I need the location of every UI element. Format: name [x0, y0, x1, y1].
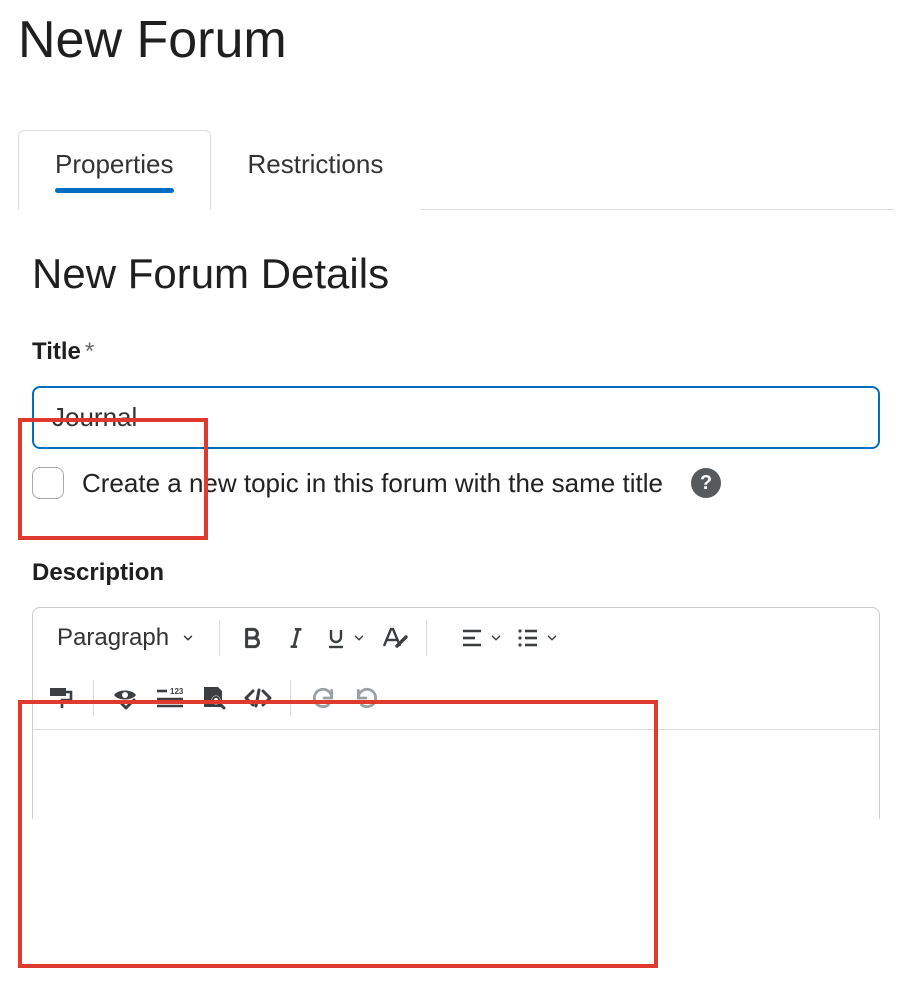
tab-restrictions[interactable]: Restrictions: [211, 130, 421, 210]
svg-text:123: 123: [170, 687, 184, 696]
create-topic-label: Create a new topic in this forum with th…: [82, 468, 663, 499]
rich-text-editor: Paragraph: [32, 607, 880, 729]
tab-properties-label: Properties: [55, 149, 174, 179]
help-icon-text: ?: [700, 472, 712, 495]
create-topic-checkbox[interactable]: [32, 467, 64, 499]
editor-toolbar-row-2: 123: [33, 668, 879, 729]
title-input[interactable]: [32, 386, 880, 449]
description-label-text: Description: [32, 559, 164, 587]
format-painter-button[interactable]: [39, 674, 83, 722]
underline-button[interactable]: [318, 614, 372, 662]
source-code-button[interactable]: [236, 674, 280, 722]
toolbar-separator: [93, 680, 94, 716]
preview-button[interactable]: [192, 674, 236, 722]
editor-toolbar-row-1: Paragraph: [33, 608, 879, 668]
word-count-icon: 123: [155, 686, 185, 710]
code-icon: [243, 687, 273, 709]
eye-check-icon: [112, 685, 140, 711]
title-label-text: Title: [32, 338, 81, 366]
section-title: New Forum Details: [32, 250, 894, 298]
align-button[interactable]: [453, 614, 509, 662]
italic-button[interactable]: [274, 614, 318, 662]
chevron-down-icon: [489, 631, 503, 645]
text-color-button[interactable]: [372, 614, 416, 662]
required-asterisk: *: [85, 338, 94, 366]
toolbar-separator: [426, 620, 427, 656]
list-button[interactable]: [509, 614, 565, 662]
underline-icon: [324, 625, 348, 651]
italic-icon: [283, 625, 309, 651]
undo-button[interactable]: [301, 674, 345, 722]
chevron-down-icon: [545, 631, 559, 645]
tab-restrictions-label: Restrictions: [248, 149, 384, 179]
format-painter-icon: [47, 685, 75, 711]
description-label: Description: [32, 559, 894, 587]
redo-button[interactable]: [345, 674, 389, 722]
page-title: New Forum: [18, 10, 894, 70]
redo-icon: [354, 685, 380, 711]
text-color-icon: [380, 625, 408, 651]
format-dropdown-label: Paragraph: [57, 624, 169, 652]
title-label: Title *: [32, 338, 894, 366]
chevron-down-icon: [181, 631, 195, 645]
toolbar-separator: [219, 620, 220, 656]
align-icon: [459, 626, 485, 650]
list-icon: [515, 626, 541, 650]
active-tab-indicator: [55, 188, 174, 193]
undo-icon: [310, 685, 336, 711]
help-icon[interactable]: ?: [691, 468, 721, 498]
description-editor-body[interactable]: [32, 729, 880, 819]
accessibility-checker-button[interactable]: [104, 674, 148, 722]
bold-icon: [239, 625, 265, 651]
toolbar-separator: [290, 680, 291, 716]
word-count-button[interactable]: 123: [148, 674, 192, 722]
format-dropdown[interactable]: Paragraph: [39, 614, 209, 662]
chevron-down-icon: [352, 631, 366, 645]
tab-properties[interactable]: Properties: [18, 130, 211, 210]
page-search-icon: [200, 685, 228, 711]
bold-button[interactable]: [230, 614, 274, 662]
tabs: Properties Restrictions: [18, 130, 894, 210]
